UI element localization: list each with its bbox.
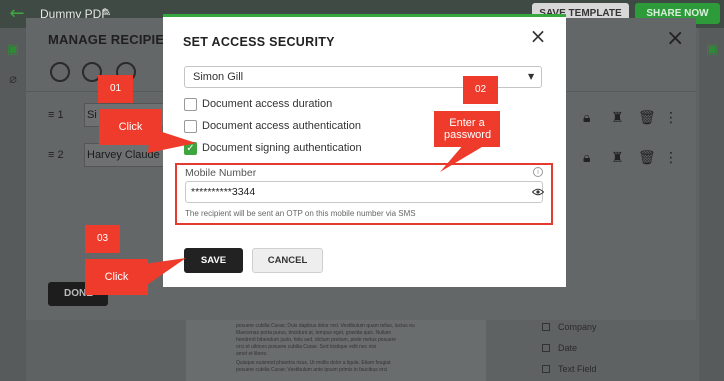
drag-handle-1[interactable]: ≡ 1 bbox=[48, 109, 64, 121]
field-text[interactable]: Text Field bbox=[542, 364, 662, 374]
trash-icon[interactable]: 🗑︎ bbox=[638, 150, 656, 166]
field-icon bbox=[542, 323, 550, 331]
document-icon[interactable]: ▣ bbox=[5, 42, 21, 58]
field-company[interactable]: Company bbox=[542, 322, 662, 332]
click-callout: Click bbox=[99, 109, 162, 145]
step-badge-03: 03 bbox=[85, 225, 120, 253]
lock-icon[interactable]: 🔒︎ bbox=[583, 110, 590, 126]
step-badge-02: 02 bbox=[463, 76, 498, 104]
field-label: Date bbox=[558, 343, 578, 353]
right-toolbar: ▣ bbox=[699, 28, 724, 381]
more-icon[interactable]: ⋮ bbox=[664, 110, 678, 126]
drag-handle-2[interactable]: ≡ 2 bbox=[48, 149, 64, 161]
trash-icon[interactable]: 🗑︎ bbox=[638, 110, 656, 126]
close-icon[interactable]: × bbox=[527, 25, 549, 47]
info-icon[interactable]: i bbox=[533, 167, 543, 177]
option-label: Document signing authentication bbox=[202, 142, 362, 154]
document-text-line: Quisque euismod pharetra risus. Ut molli… bbox=[236, 360, 391, 366]
more-icon[interactable]: ⋮ bbox=[664, 150, 678, 166]
eye-icon[interactable] bbox=[532, 188, 544, 196]
option-label: Document access authentication bbox=[202, 120, 361, 132]
field-label: Company bbox=[558, 322, 597, 332]
access-authentication-checkbox[interactable] bbox=[184, 120, 197, 133]
document-text-line: Maecenas porta purus, tincidunt at, temp… bbox=[236, 330, 392, 336]
chevron-down-icon: ▼ bbox=[528, 72, 535, 81]
save-button[interactable]: SAVE bbox=[184, 248, 243, 273]
mobile-number-group: Mobile Number i **********3344 The recip… bbox=[175, 163, 553, 225]
field-date[interactable]: Date bbox=[542, 343, 662, 353]
otp-hint: The recipient will be sent an OTP on thi… bbox=[185, 209, 416, 218]
option-label: Document access duration bbox=[202, 98, 333, 110]
mobile-number-label: Mobile Number bbox=[185, 167, 257, 179]
text-field-icon bbox=[542, 365, 550, 373]
recipient-select-value: Simon Gill bbox=[193, 71, 244, 83]
document-text-line: amet et libero. bbox=[236, 351, 268, 357]
cancel-button[interactable]: CANCEL bbox=[252, 248, 323, 273]
lock-icon[interactable]: 🔒︎ bbox=[583, 150, 590, 166]
document-preview: posuere cubilia Curae; Duis dapibus dolo… bbox=[186, 320, 486, 381]
enter-password-callout: Enter a password bbox=[434, 111, 500, 147]
close-icon[interactable]: × bbox=[666, 26, 684, 51]
field-label: Text Field bbox=[558, 364, 597, 374]
document-icon[interactable]: ▣ bbox=[704, 42, 720, 58]
modal-title: SET ACCESS SECURITY bbox=[183, 35, 335, 49]
left-toolbar: ▣ ⌀ bbox=[0, 28, 26, 381]
access-duration-checkbox[interactable] bbox=[184, 98, 197, 111]
back-arrow-icon[interactable]: ← bbox=[6, 4, 28, 24]
step-badge-01: 01 bbox=[98, 75, 133, 103]
document-text-line: orci et ultrices posuere cubilia Curae. … bbox=[236, 344, 377, 350]
document-text-line: posuere cubilia Curae; Duis dapibus dolo… bbox=[236, 323, 415, 329]
document-text-line: posuere cubilia Curae; Vestibulum ante i… bbox=[236, 367, 388, 373]
set-access-security-modal: SET ACCESS SECURITY × Simon Gill ▼ Docum… bbox=[163, 14, 566, 287]
attachment-icon[interactable]: ⌀ bbox=[5, 72, 21, 88]
mobile-number-value: **********3344 bbox=[191, 186, 256, 198]
document-text-line: hendrerit bibendum justo, felis sed, dic… bbox=[236, 337, 397, 343]
mobile-number-input[interactable]: **********3344 bbox=[185, 181, 544, 203]
signing-authentication-checkbox[interactable]: ✓ bbox=[184, 142, 197, 155]
signing-order-icon[interactable]: ♜ bbox=[611, 150, 624, 166]
signing-order-icon[interactable]: ♜ bbox=[611, 110, 624, 126]
click-callout: Click bbox=[85, 259, 148, 295]
calendar-icon bbox=[542, 344, 550, 352]
add-recipient-icon[interactable] bbox=[50, 62, 70, 82]
